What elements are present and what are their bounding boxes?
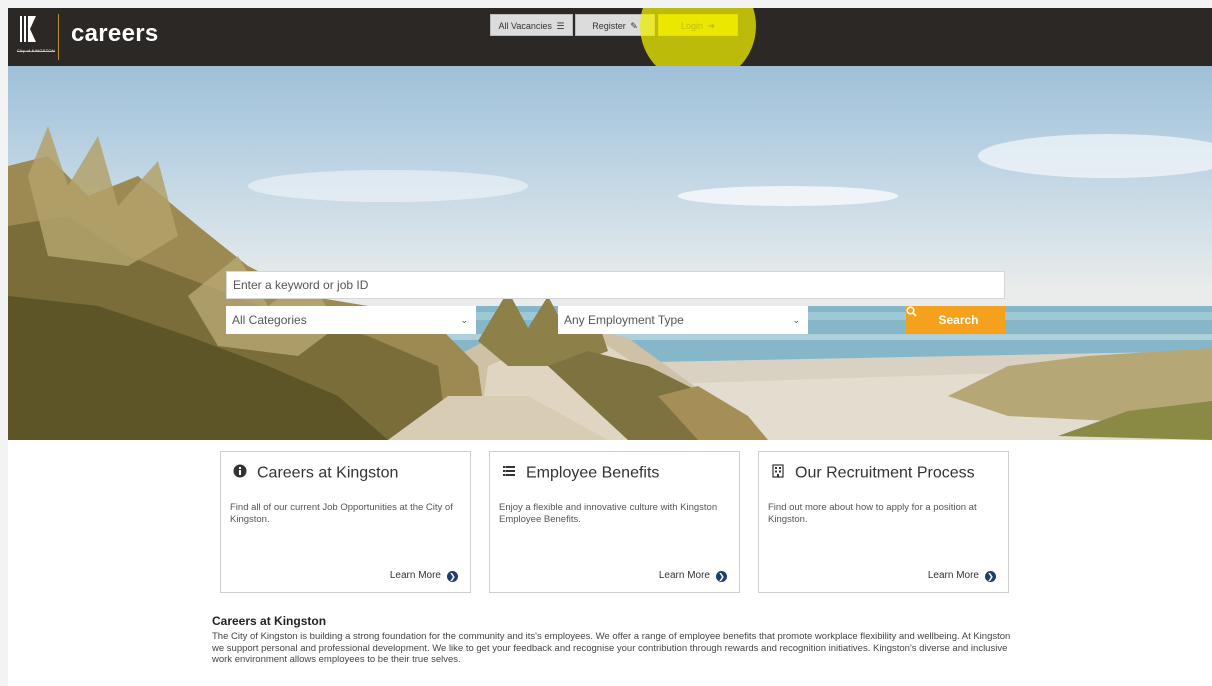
learn-more-link[interactable]: Learn More ❯ [659, 570, 727, 582]
all-vacancies-label: All Vacancies [498, 21, 552, 31]
page: City of KINGSTON careers All Vacancies ☰… [8, 8, 1212, 686]
learn-more-link[interactable]: Learn More ❯ [390, 570, 458, 582]
card-title: Careers at Kingston [233, 464, 398, 483]
beach-dunes-background [8, 126, 1212, 440]
all-vacancies-button[interactable]: All Vacancies ☰ [490, 14, 573, 36]
info-circle-icon [233, 464, 251, 483]
logo-text: City of KINGSTON [16, 48, 56, 53]
chevron-right-circle-icon: ❯ [716, 571, 727, 582]
brand-title[interactable]: careers [71, 20, 159, 48]
list-icon: ☰ [556, 21, 565, 31]
logo-mark-icon [17, 16, 55, 52]
learn-more-link[interactable]: Learn More ❯ [928, 570, 996, 582]
card-description: Find out more about how to apply for a p… [768, 502, 977, 525]
search-button[interactable]: Search [906, 306, 1005, 334]
card-description: Enjoy a flexible and innovative culture … [499, 502, 718, 525]
card-title-text: Careers at Kingston [257, 464, 399, 482]
card-careers-at-kingston: Careers at Kingston Find all of our curr… [220, 451, 471, 593]
register-button[interactable]: Register ✎ [575, 14, 655, 36]
card-description: Find all of our current Job Opportunitie… [230, 502, 453, 525]
list-icon [502, 464, 520, 483]
employment-type-select[interactable]: Any Employment Type ⌄ [558, 306, 808, 334]
card-title: Our Recruitment Process [771, 464, 975, 483]
building-icon [771, 464, 789, 483]
employment-selected-value: Any Employment Type [564, 313, 684, 327]
card-recruitment-process: Our Recruitment Process Find out more ab… [758, 451, 1009, 593]
learn-more-label: Learn More [389, 570, 441, 581]
login-button[interactable]: Login ➜ [658, 14, 738, 36]
city-of-kingston-logo[interactable]: City of KINGSTON [16, 14, 56, 60]
chevron-right-circle-icon: ❯ [447, 571, 458, 582]
keyword-search-input[interactable] [226, 271, 1005, 299]
category-selected-value: All Categories [232, 313, 307, 327]
logo-divider [58, 14, 59, 60]
card-title-text: Our Recruitment Process [795, 464, 975, 482]
hero-banner: All Categories ⌄ Any Employment Type ⌄ S… [8, 66, 1212, 440]
site-header: City of KINGSTON careers All Vacancies ☰… [8, 8, 1212, 66]
register-label: Register [592, 21, 626, 31]
search-button-label: Search [938, 313, 979, 327]
card-title: Employee Benefits [502, 464, 659, 483]
login-label: Login [680, 21, 703, 31]
chevron-down-icon: ⌄ [460, 315, 468, 325]
learn-more-label: Learn More [658, 570, 710, 581]
learn-more-label: Learn More [927, 570, 979, 581]
sign-in-icon: ➜ [707, 21, 716, 31]
intro-paragraph: The City of Kingston is building a stron… [212, 631, 1011, 665]
category-select[interactable]: All Categories ⌄ [226, 306, 476, 334]
edit-icon: ✎ [630, 21, 638, 31]
intro-heading: Careers at Kingston [212, 614, 327, 628]
chevron-down-icon: ⌄ [792, 315, 800, 325]
card-employee-benefits: Employee Benefits Enjoy a flexible and i… [489, 451, 740, 593]
card-title-text: Employee Benefits [526, 464, 660, 482]
chevron-right-circle-icon: ❯ [985, 571, 996, 582]
